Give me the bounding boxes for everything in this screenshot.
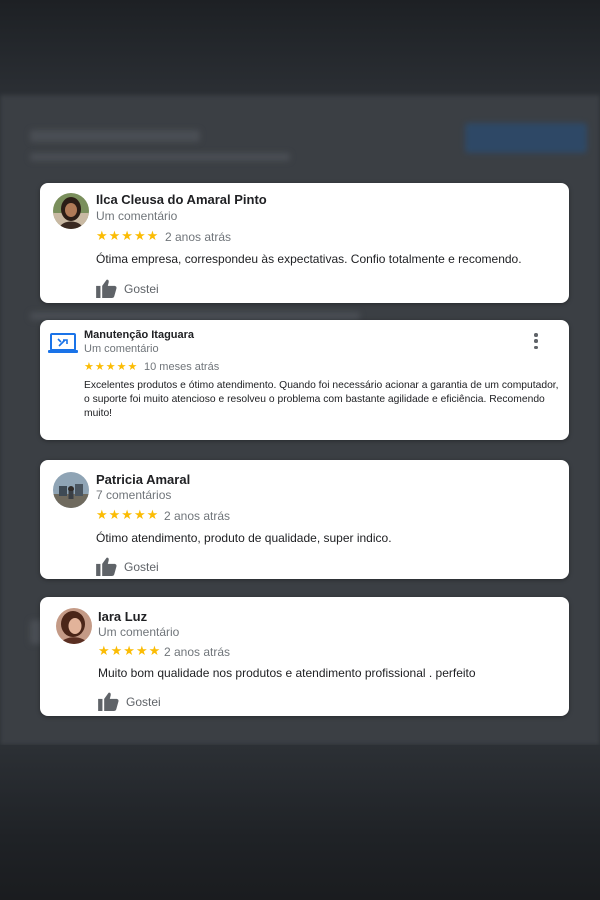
laptop-icon — [48, 333, 78, 353]
review-card: Manutenção Itaguara Um comentário ★★★★★ … — [40, 320, 569, 440]
reviewer-name[interactable]: Patricia Amaral — [96, 472, 190, 487]
background-line — [30, 153, 290, 161]
avatar — [53, 193, 89, 229]
review-count: Um comentário — [96, 209, 178, 223]
blurred-background — [0, 0, 600, 900]
review-text: Excelentes produtos e ótimo atendimento.… — [84, 380, 559, 419]
background-line — [30, 130, 200, 142]
thumbs-up-icon — [98, 692, 119, 711]
review-count: 7 comentários — [96, 488, 172, 502]
like-label: Gostei — [126, 694, 161, 709]
like-label: Gostei — [124, 559, 159, 574]
background-top — [0, 0, 600, 95]
review-time: 2 anos atrás — [164, 645, 231, 659]
review-card: Ilca Cleusa do Amaral Pinto Um comentári… — [40, 183, 569, 303]
reviewer-name[interactable]: Ilca Cleusa do Amaral Pinto — [96, 192, 267, 207]
review-time: 2 anos atrás — [164, 509, 231, 523]
star-rating: ★★★★★ — [84, 361, 139, 373]
review-card: Patricia Amaral 7 comentários ★★★★★ 2 an… — [40, 460, 569, 579]
background-line — [30, 312, 360, 320]
star-rating: ★★★★★ — [96, 228, 160, 243]
avatar — [56, 608, 92, 644]
thumbs-up-icon — [96, 557, 117, 576]
star-rating: ★★★★★ — [98, 643, 162, 658]
review-text: Muito bom qualidade nos produtos e atend… — [98, 666, 476, 680]
like-button[interactable]: Gostei — [96, 557, 159, 576]
reviewer-name[interactable]: Manutenção Itaguara — [84, 329, 194, 341]
background-button — [465, 123, 587, 153]
review-time: 2 anos atrás — [165, 230, 232, 244]
review-count: Um comentário — [84, 343, 159, 355]
review-time: 10 meses atrás — [144, 361, 220, 373]
review-card: Iara Luz Um comentário ★★★★★ 2 anos atrá… — [40, 597, 569, 716]
reviewer-name[interactable]: Iara Luz — [98, 609, 147, 624]
like-button[interactable]: Gostei — [96, 279, 159, 298]
thumbs-up-icon — [96, 279, 117, 298]
review-text: Ótima empresa, correspondeu às expectati… — [96, 252, 522, 266]
star-rating: ★★★★★ — [96, 507, 160, 522]
review-count: Um comentário — [98, 625, 180, 639]
avatar — [53, 472, 89, 508]
avatar — [48, 332, 78, 356]
background-bottom — [0, 745, 600, 900]
more-options-icon[interactable] — [533, 333, 539, 349]
review-text: Ótimo atendimento, produto de qualidade,… — [96, 531, 392, 545]
like-button[interactable]: Gostei — [98, 692, 161, 711]
like-label: Gostei — [124, 281, 159, 296]
